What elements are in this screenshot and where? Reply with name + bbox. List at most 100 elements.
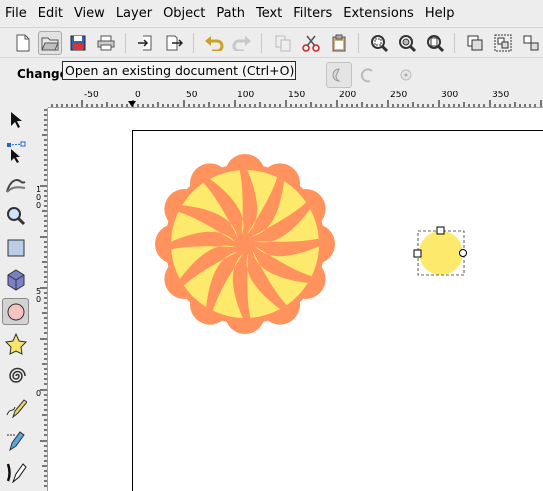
node-tool[interactable] bbox=[2, 138, 29, 165]
horizontal-ruler[interactable]: -50 0 50 100 150 200 250 300 350 bbox=[48, 91, 543, 108]
menu-view[interactable]: View bbox=[69, 0, 111, 28]
arc-type-button[interactable] bbox=[326, 62, 352, 88]
ruler-label: 5 0 bbox=[36, 287, 42, 304]
arc-shape-icon bbox=[332, 68, 341, 82]
ruler-label: 100 bbox=[237, 91, 255, 100]
export-button[interactable] bbox=[162, 31, 186, 55]
import-icon bbox=[138, 35, 152, 51]
rectangle-tool[interactable] bbox=[2, 234, 29, 261]
redo-icon bbox=[232, 36, 251, 51]
pen-tool[interactable] bbox=[2, 426, 29, 453]
pencil-tool[interactable] bbox=[2, 394, 29, 421]
zoom-selection-icon bbox=[371, 35, 389, 53]
save-icon bbox=[70, 35, 86, 51]
spiral-icon bbox=[8, 367, 26, 383]
export-icon bbox=[166, 35, 183, 51]
tool-controls-bar: Change Open an existing document (Ctrl+O… bbox=[0, 58, 543, 91]
new-document-icon bbox=[16, 34, 30, 52]
ruler-label: 0 bbox=[135, 91, 141, 100]
end-handle[interactable] bbox=[459, 249, 467, 257]
ruler-label: 0 bbox=[36, 389, 42, 398]
zoom-page-button[interactable] bbox=[423, 31, 447, 55]
menu-object[interactable]: Object bbox=[158, 0, 211, 28]
zoom-page-icon bbox=[427, 35, 445, 53]
ruler-label: 150 bbox=[288, 91, 306, 100]
open-arc-icon bbox=[360, 68, 373, 83]
orange-flower[interactable] bbox=[155, 154, 335, 334]
tooltip: Open an existing document (Ctrl+O) bbox=[62, 61, 296, 80]
vertical-ruler[interactable]: 1 0 0 5 0 0 bbox=[33, 108, 48, 491]
cut-button[interactable] bbox=[299, 31, 323, 55]
new-document-button[interactable] bbox=[11, 31, 35, 55]
copy-icon bbox=[275, 35, 291, 52]
ungroup-button[interactable] bbox=[519, 31, 543, 55]
open-document-button[interactable] bbox=[38, 31, 62, 55]
ruler-label: 200 bbox=[339, 91, 357, 100]
toolbox bbox=[0, 91, 32, 491]
folder-open-icon bbox=[41, 37, 59, 51]
menu-bar: File Edit View Layer Object Path Text Fi… bbox=[0, 0, 543, 28]
make-whole-button[interactable] bbox=[393, 62, 419, 88]
ruler-label: 50 bbox=[186, 91, 198, 100]
drawing-svg bbox=[155, 154, 467, 334]
magnifier-icon bbox=[6, 206, 25, 225]
star-icon bbox=[4, 332, 27, 355]
change-label: Change bbox=[17, 67, 68, 81]
3d-box-tool[interactable] bbox=[2, 266, 29, 293]
scissors-icon bbox=[302, 35, 320, 52]
printer-icon bbox=[97, 35, 115, 51]
tweak-tool[interactable] bbox=[2, 170, 29, 197]
selected-yellow-circle[interactable] bbox=[413, 226, 467, 276]
menu-help[interactable]: Help bbox=[420, 0, 461, 28]
3d-box-icon bbox=[7, 268, 24, 291]
duplicate-icon bbox=[467, 35, 483, 51]
star-tool[interactable] bbox=[2, 330, 29, 357]
radius-handle[interactable] bbox=[413, 249, 422, 258]
menu-extensions[interactable]: Extensions bbox=[338, 0, 420, 28]
spiral-tool[interactable] bbox=[2, 362, 29, 389]
zoom-drawing-icon bbox=[399, 35, 417, 53]
menu-file[interactable]: File bbox=[0, 0, 33, 28]
ellipse-icon bbox=[7, 303, 24, 320]
zoom-selection-button[interactable] bbox=[367, 31, 391, 55]
ellipse-tool[interactable] bbox=[2, 298, 29, 325]
ruler-label: 350 bbox=[492, 91, 510, 100]
pencil-icon bbox=[6, 398, 27, 418]
menu-filters[interactable]: Filters bbox=[288, 0, 338, 28]
group-button[interactable] bbox=[491, 31, 515, 55]
zoom-drawing-button[interactable] bbox=[395, 31, 419, 55]
duplicate-button[interactable] bbox=[463, 31, 487, 55]
undo-button[interactable] bbox=[202, 31, 226, 55]
calligraphy-pen-icon bbox=[6, 462, 27, 483]
menu-edit[interactable]: Edit bbox=[33, 0, 69, 28]
selector-tool[interactable] bbox=[2, 106, 29, 133]
ruler-label: -50 bbox=[84, 91, 99, 100]
whole-circle-icon bbox=[400, 69, 412, 81]
paste-button[interactable] bbox=[327, 31, 351, 55]
group-icon bbox=[494, 34, 512, 52]
clipboard-icon bbox=[332, 34, 346, 52]
drawing-canvas[interactable] bbox=[48, 108, 543, 491]
copy-button[interactable] bbox=[271, 31, 295, 55]
import-button[interactable] bbox=[134, 31, 158, 55]
zoom-tool[interactable] bbox=[2, 202, 29, 229]
node-edit-icon bbox=[6, 141, 25, 163]
start-handle[interactable] bbox=[436, 226, 445, 235]
menu-layer[interactable]: Layer bbox=[111, 0, 158, 28]
pen-icon bbox=[6, 430, 25, 451]
menu-text[interactable]: Text bbox=[251, 0, 288, 28]
commands-bar bbox=[0, 28, 543, 58]
ungroup-icon bbox=[523, 35, 539, 51]
calligraphy-tool[interactable] bbox=[2, 458, 29, 485]
open-arc-button[interactable] bbox=[355, 62, 381, 88]
menu-path[interactable]: Path bbox=[211, 0, 251, 28]
ruler-corner bbox=[33, 91, 48, 108]
ruler-label: 1 0 0 bbox=[36, 185, 42, 210]
ruler-label: 300 bbox=[441, 91, 459, 100]
ruler-label: 250 bbox=[390, 91, 408, 100]
print-document-button[interactable] bbox=[94, 31, 118, 55]
tweak-wave-icon bbox=[5, 178, 25, 193]
redo-button[interactable] bbox=[230, 31, 254, 55]
undo-icon bbox=[205, 36, 224, 51]
save-document-button[interactable] bbox=[66, 31, 90, 55]
